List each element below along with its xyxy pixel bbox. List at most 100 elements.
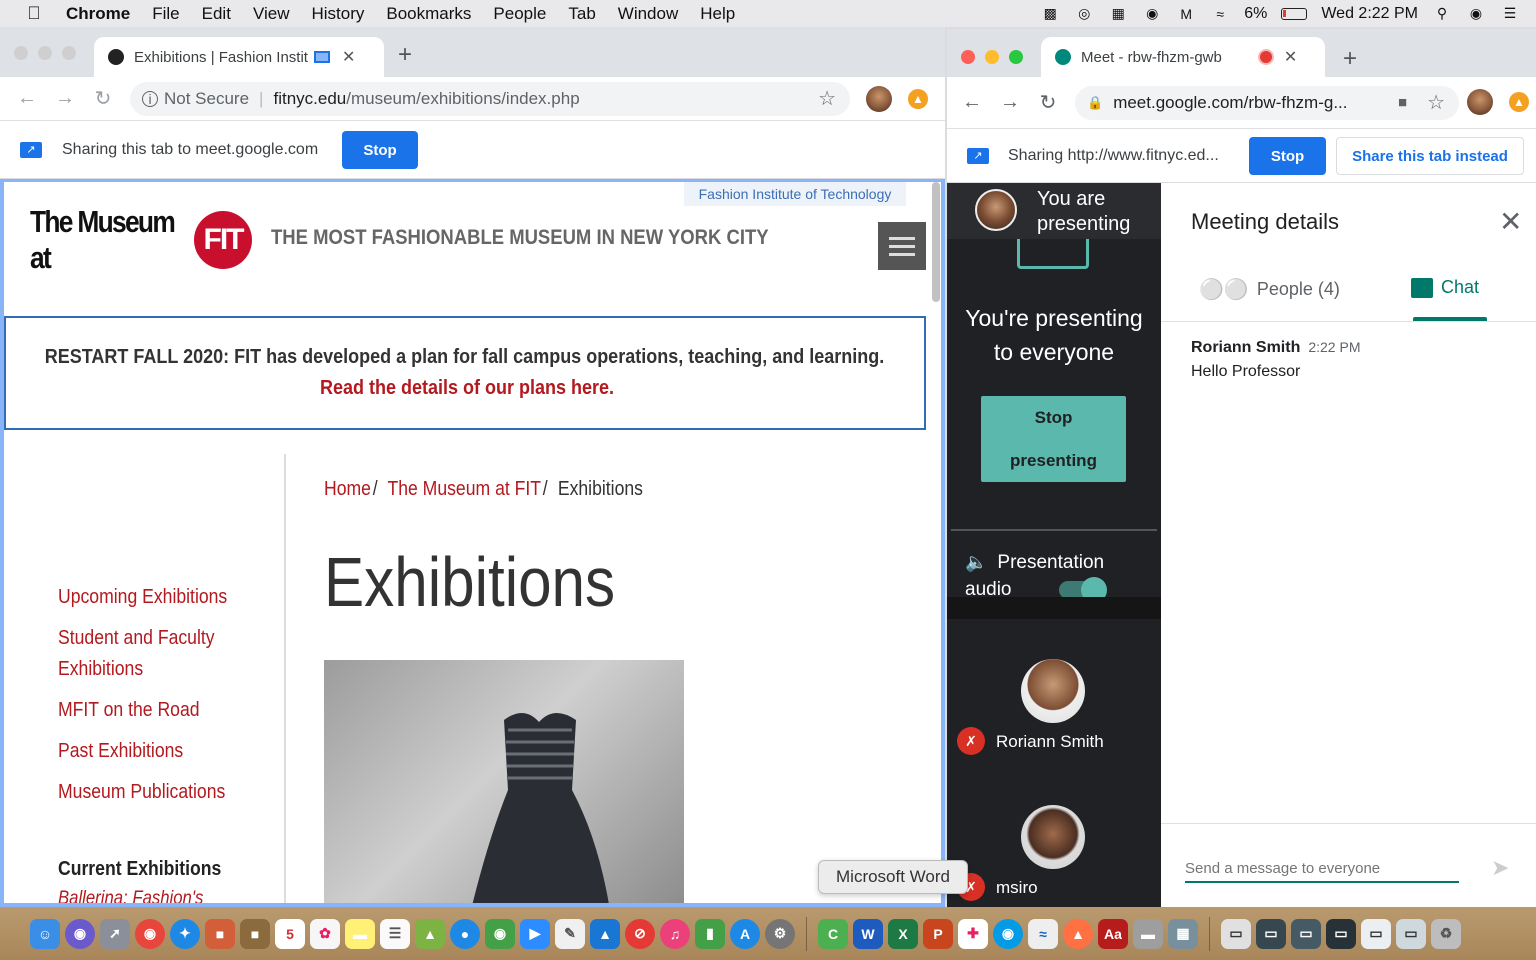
textedit-icon[interactable]: ✎ (555, 918, 585, 949)
meet-close-window-button[interactable] (961, 50, 975, 64)
app-store-icon[interactable]: A (730, 918, 760, 949)
tab-chat[interactable]: Chat (1411, 277, 1479, 298)
current-exhibition-link[interactable]: Ballerina: Fashion's (58, 888, 203, 903)
breadcrumb-museum[interactable]: The Museum at FIT (387, 478, 541, 500)
museum-logo[interactable]: The Museum at FIT (30, 204, 252, 276)
screenshot-icon[interactable]: ▦ (1168, 918, 1198, 949)
globe-icon[interactable]: ◎ (1074, 5, 1094, 23)
photo-app-icon[interactable]: ■ (205, 918, 235, 949)
menu-view[interactable]: View (253, 4, 290, 24)
stop-presenting-button[interactable]: Stop presenting (981, 396, 1126, 482)
close-window-button[interactable] (14, 46, 28, 60)
zoom-icon[interactable]: ▶ (520, 918, 550, 949)
camera-icon[interactable]: ■ (1398, 94, 1407, 111)
breadcrumb-home[interactable]: Home (324, 478, 371, 500)
brave-icon[interactable]: ▲ (1063, 918, 1093, 949)
maps-icon[interactable]: ▲ (415, 918, 445, 949)
messages-blue-icon[interactable]: ● (450, 918, 480, 949)
meet-bookmark-star-icon[interactable]: ☆ (1427, 90, 1445, 115)
sidenav-past[interactable]: Past Exhibitions (58, 736, 243, 767)
circle-app-icon[interactable]: ◉ (1142, 5, 1162, 23)
microsoft-powerpoint-icon[interactable]: P (923, 918, 953, 949)
close-details-icon[interactable]: ✕ (1499, 205, 1522, 238)
microsoft-word-icon[interactable]: W (853, 918, 883, 949)
notes-icon[interactable]: ▬ (345, 918, 375, 949)
meet-profile-avatar[interactable] (1467, 89, 1493, 115)
numbers-icon[interactable]: ▮ (695, 918, 725, 949)
news-icon[interactable]: ⊘ (625, 918, 655, 949)
forward-icon[interactable]: → (46, 87, 84, 110)
window-thumbnail-icon-4[interactable]: ▭ (1326, 918, 1356, 949)
keynote-icon[interactable]: ▲ (590, 918, 620, 949)
sidenav-student-faculty[interactable]: Student and Faculty Exhibitions (58, 623, 243, 685)
window-thumbnail-icon-6[interactable]: ▭ (1396, 918, 1426, 949)
music-icon[interactable]: ♫ (660, 918, 690, 949)
share-this-tab-button[interactable]: Share this tab instead (1336, 137, 1524, 175)
trash-icon[interactable]: ♻ (1431, 918, 1461, 949)
camtasia-icon[interactable]: C (818, 918, 848, 949)
menubar-clock[interactable]: Wed 2:22 PM (1321, 5, 1418, 23)
facetime-icon[interactable]: ◉ (485, 918, 515, 949)
meet-forward-icon[interactable]: → (991, 91, 1029, 114)
sidenav-upcoming[interactable]: Upcoming Exhibitions (58, 582, 243, 613)
launchpad-icon[interactable]: ➚ (100, 918, 130, 949)
window-thumbnail-icon-1[interactable]: ▭ (1221, 918, 1251, 949)
menu-file[interactable]: File (152, 4, 179, 24)
activity-monitor-icon[interactable]: ≈ (1028, 918, 1058, 949)
menu-bookmarks[interactable]: Bookmarks (386, 4, 471, 24)
participant-avatar-roriann[interactable] (1021, 659, 1085, 723)
wifi-icon[interactable]: ≈ (1210, 5, 1230, 23)
reload-icon[interactable]: ↻ (84, 86, 122, 111)
battery-percent[interactable]: 6% (1244, 5, 1267, 23)
sidenav-on-the-road[interactable]: MFIT on the Road (58, 695, 243, 726)
menu-help[interactable]: Help (700, 4, 735, 24)
meet-new-tab-button[interactable]: + (1343, 45, 1357, 73)
extension-icon[interactable]: ▲ (908, 89, 928, 109)
menu-window[interactable]: Window (618, 4, 678, 24)
window-thumbnail-icon-3[interactable]: ▭ (1291, 918, 1321, 949)
finder-icon[interactable]: ☺ (30, 918, 60, 949)
tab-people[interactable]: ⚪⚪ People (4) (1199, 277, 1340, 302)
info-icon[interactable]: i (142, 90, 158, 107)
meet-extension-icon[interactable]: ▲ (1509, 92, 1529, 112)
apple-icon[interactable]:  (14, 3, 54, 24)
bookmark-star-icon[interactable]: ☆ (818, 86, 836, 111)
malwarebytes-icon[interactable]: M (1176, 5, 1196, 23)
window-thumbnail-icon-5[interactable]: ▭ (1361, 918, 1391, 949)
meet-minimize-window-button[interactable] (985, 50, 999, 64)
hamburger-menu-icon[interactable] (878, 222, 926, 270)
menu-tab[interactable]: Tab (568, 4, 595, 24)
meet-address-bar[interactable]: 🔒 meet.google.com/rbw-fhzm-g... ■ ☆ (1075, 85, 1459, 120)
participant-avatar-msiro[interactable] (1021, 805, 1085, 869)
slack-icon[interactable]: ✚ (958, 918, 988, 949)
menu-edit[interactable]: Edit (202, 4, 231, 24)
exhibition-image[interactable] (324, 660, 684, 903)
extension-shield-icon[interactable]: ▩ (1040, 5, 1060, 23)
profile-avatar[interactable] (866, 86, 892, 112)
fit-institute-link[interactable]: Fashion Institute of Technology (684, 182, 906, 206)
page-scrollbar[interactable] (932, 182, 940, 302)
stop-sharing-button[interactable]: Stop (342, 131, 418, 169)
siri-dock-icon[interactable]: ◉ (65, 918, 95, 949)
meet-reload-icon[interactable]: ↻ (1029, 90, 1067, 115)
meet-stop-sharing-button[interactable]: Stop (1249, 137, 1326, 175)
chat-message-input[interactable] (1185, 855, 1459, 883)
meet-back-icon[interactable]: ← (953, 91, 991, 114)
back-icon[interactable]: ← (8, 87, 46, 110)
microsoft-excel-icon[interactable]: X (888, 918, 918, 949)
minimize-window-button[interactable] (38, 46, 52, 60)
acrobat-icon[interactable]: Aa (1098, 918, 1128, 949)
not-secure-label[interactable]: Not Secure (164, 89, 249, 109)
document-icon[interactable]: ▬ (1133, 918, 1163, 949)
sidenav-publications[interactable]: Museum Publications (58, 777, 243, 808)
battery-icon[interactable] (1281, 7, 1308, 20)
chrome-dock-icon[interactable]: ◉ (135, 918, 165, 949)
maximize-window-button[interactable] (62, 46, 76, 60)
tab-meet[interactable]: Meet - rbw-fhzm-gwb ✕ (1041, 37, 1325, 77)
system-preferences-icon[interactable]: ⚙ (765, 918, 795, 949)
siri-icon[interactable]: ◉ (1466, 5, 1486, 23)
notebook-icon[interactable]: ■ (240, 918, 270, 949)
calendar-icon[interactable]: 5 (275, 918, 305, 949)
meet-maximize-window-button[interactable] (1009, 50, 1023, 64)
film-icon[interactable]: ▦ (1108, 5, 1128, 23)
